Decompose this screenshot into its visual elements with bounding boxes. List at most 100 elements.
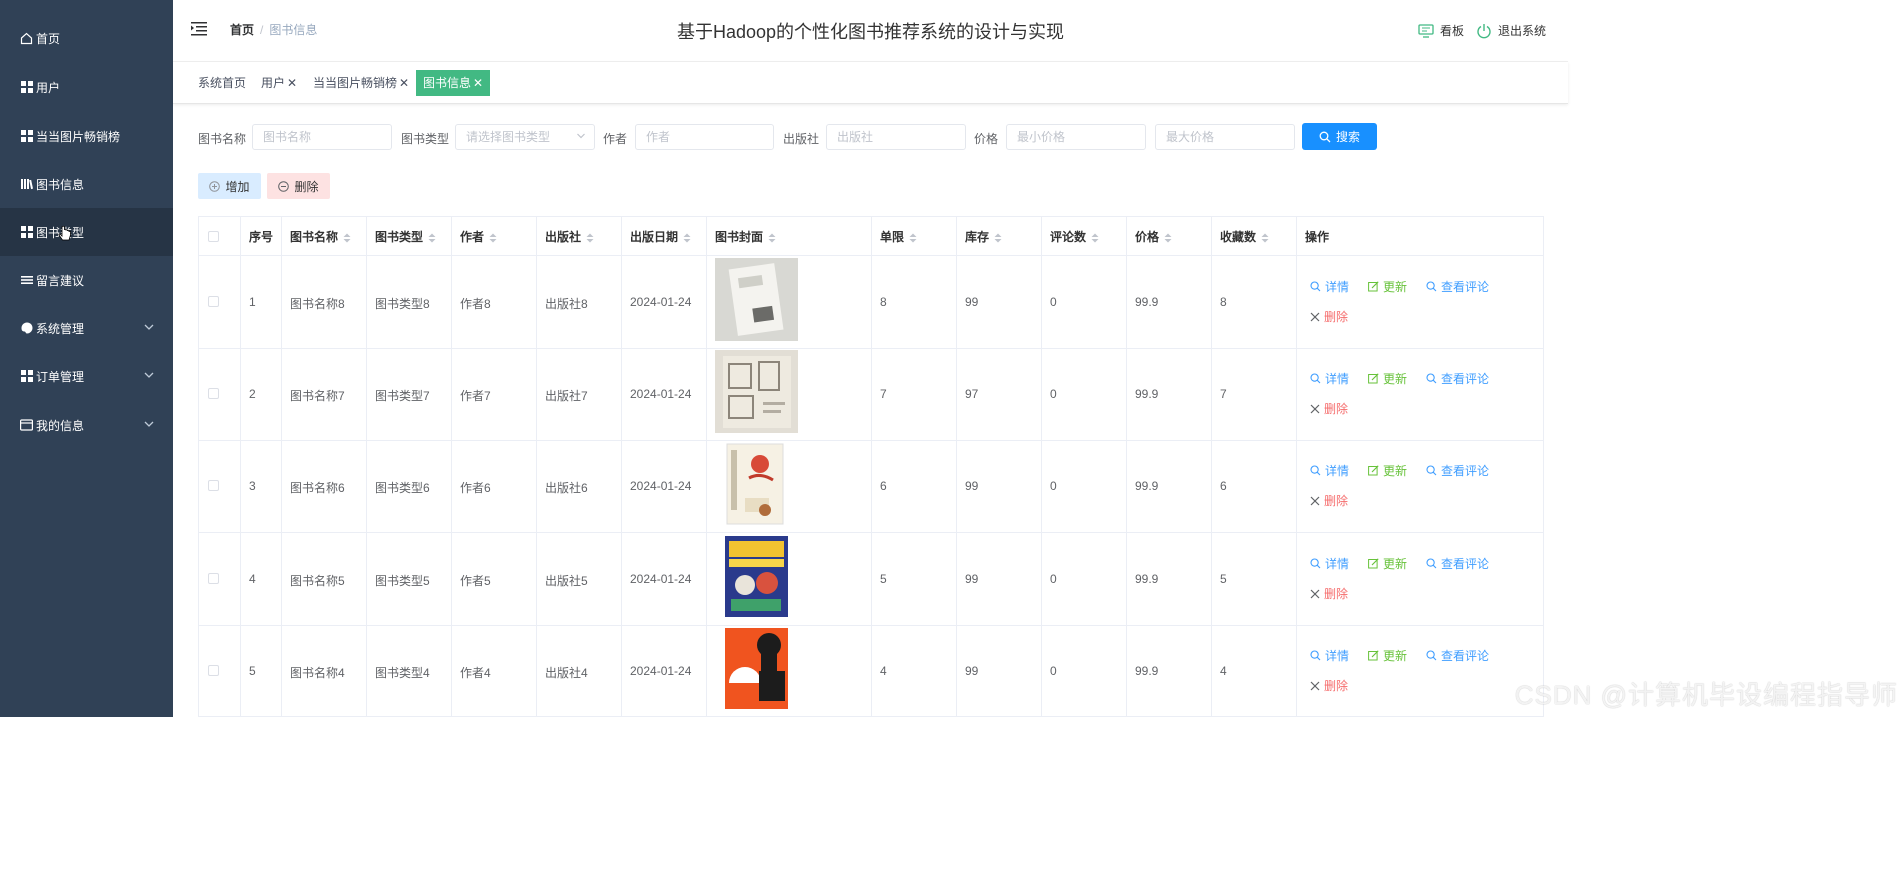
row-checkbox[interactable] <box>208 573 219 584</box>
view-comments-button[interactable]: 查看评论 <box>1426 647 1489 664</box>
tag-bestsellers[interactable]: 当当图片畅销榜 ✕ <box>311 70 411 96</box>
grid-icon <box>20 226 33 239</box>
update-button[interactable]: 更新 <box>1368 647 1407 664</box>
sidebar-item-system[interactable]: 系统管理 <box>0 304 173 352</box>
col-header-limit[interactable]: 单限 <box>880 228 917 245</box>
cell-no: 2 <box>249 387 256 401</box>
filter-name-label: 图书名称 <box>198 132 247 146</box>
sidebar-item-users[interactable]: 用户 <box>0 63 173 111</box>
search-icon <box>1426 465 1437 476</box>
tag-book-info[interactable]: 图书信息 ✕ <box>416 70 491 96</box>
update-button[interactable]: 更新 <box>1368 462 1407 479</box>
search-button[interactable]: 搜索 <box>1302 123 1377 150</box>
book-cover-image[interactable] <box>715 535 798 618</box>
delete-button[interactable]: 删除 <box>1310 400 1348 417</box>
detail-button[interactable]: 详情 <box>1310 647 1349 664</box>
col-header-price[interactable]: 价格 <box>1135 228 1172 245</box>
close-icon <box>1310 312 1320 321</box>
delete-button[interactable]: 删除 <box>1310 677 1348 694</box>
sidebar-item-home[interactable]: 首页 <box>0 14 173 62</box>
col-header-publisher[interactable]: 出版社 <box>545 228 594 245</box>
col-header-cover[interactable]: 图书封面 <box>715 228 776 245</box>
sort-icon <box>489 233 497 243</box>
col-header-comments[interactable]: 评论数 <box>1050 228 1099 245</box>
sidebar-item-label: 我的信息 <box>36 418 85 433</box>
tag-users[interactable]: 用户 ✕ <box>259 70 299 96</box>
cell-stock: 99 <box>965 479 979 493</box>
cell-comments: 0 <box>1050 664 1057 678</box>
max-price-input[interactable]: 最大价格 <box>1155 124 1295 150</box>
detail-button[interactable]: 详情 <box>1310 555 1349 572</box>
detail-button[interactable]: 详情 <box>1310 462 1349 479</box>
search-icon <box>1310 465 1321 476</box>
publisher-input[interactable]: 出版社 <box>826 124 966 150</box>
cell-author: 作者4 <box>460 666 491 680</box>
col-header-favorites[interactable]: 收藏数 <box>1220 228 1269 245</box>
sidebar-item-book-type[interactable]: 图书类型 <box>0 208 173 256</box>
sidebar-item-orders[interactable]: 订单管理 <box>0 352 173 400</box>
grid-icon <box>20 81 33 94</box>
update-button[interactable]: 更新 <box>1368 278 1407 295</box>
update-button[interactable]: 更新 <box>1368 370 1407 387</box>
logout-button[interactable]: 退出系统 <box>1476 22 1546 39</box>
grid-icon <box>20 370 33 383</box>
min-price-input[interactable]: 最小价格 <box>1006 124 1146 150</box>
close-icon[interactable]: ✕ <box>473 76 483 90</box>
type-select-placeholder: 请选择图书类型 <box>466 130 551 144</box>
col-header-stock[interactable]: 库存 <box>965 228 1002 245</box>
update-button[interactable]: 更新 <box>1368 555 1407 572</box>
search-icon <box>1426 281 1437 292</box>
cell-stock: 99 <box>965 295 979 309</box>
sidebar-item-bestsellers[interactable]: 当当图片畅销榜 <box>0 112 173 160</box>
id-card-icon <box>20 419 33 432</box>
row-checkbox[interactable] <box>208 480 219 491</box>
sort-icon <box>1091 233 1099 243</box>
delete-label: 删除 <box>1324 587 1349 601</box>
cell-name: 图书名称7 <box>290 389 345 403</box>
col-header-name[interactable]: 图书名称 <box>290 228 351 245</box>
chevron-down-icon <box>143 321 155 333</box>
book-cover-image[interactable] <box>715 442 798 525</box>
detail-button[interactable]: 详情 <box>1310 370 1349 387</box>
col-header-author[interactable]: 作者 <box>460 228 497 245</box>
book-cover-image[interactable] <box>715 627 798 710</box>
view-comments-button[interactable]: 查看评论 <box>1426 555 1489 572</box>
close-icon <box>1310 589 1320 598</box>
book-name-input[interactable]: 图书名称 <box>252 124 392 150</box>
search-icon <box>1426 558 1437 569</box>
filter-author-label: 作者 <box>603 132 628 146</box>
book-cover-image[interactable] <box>715 350 798 433</box>
cell-date: 2024-01-24 <box>630 664 692 678</box>
sidebar-item-my-info[interactable]: 我的信息 <box>0 401 173 449</box>
delete-label: 删除 <box>1324 310 1349 324</box>
select-all-checkbox[interactable] <box>208 231 219 242</box>
close-icon[interactable]: ✕ <box>287 76 297 90</box>
close-icon[interactable]: ✕ <box>399 76 409 90</box>
delete-label: 删除 <box>294 179 319 194</box>
col-header-type[interactable]: 图书类型 <box>375 228 436 245</box>
board-button[interactable]: 看板 <box>1418 22 1464 39</box>
filter-type-label: 图书类型 <box>401 132 450 146</box>
sidebar-item-feedback[interactable]: 留言建议 <box>0 256 173 304</box>
delete-button[interactable]: 删除 <box>1310 308 1348 325</box>
row-checkbox[interactable] <box>208 296 219 307</box>
cell-date: 2024-01-24 <box>630 572 692 586</box>
row-checkbox[interactable] <box>208 388 219 399</box>
delete-button[interactable]: 删除 <box>1310 492 1348 509</box>
view-comments-button[interactable]: 查看评论 <box>1426 278 1489 295</box>
add-button[interactable]: 增加 <box>198 173 261 199</box>
col-header-date[interactable]: 出版日期 <box>630 228 691 245</box>
detail-button[interactable]: 详情 <box>1310 278 1349 295</box>
view-comments-button[interactable]: 查看评论 <box>1426 370 1489 387</box>
book-cover-image[interactable] <box>715 258 798 341</box>
tag-home[interactable]: 系统首页 <box>196 70 248 96</box>
batch-delete-button[interactable]: 删除 <box>267 173 330 199</box>
sidebar-item-label: 首页 <box>36 31 61 46</box>
sidebar-item-book-info[interactable]: 图书信息 <box>0 160 173 208</box>
row-checkbox[interactable] <box>208 665 219 676</box>
book-type-select[interactable]: 请选择图书类型 <box>455 124 595 150</box>
delete-button[interactable]: 删除 <box>1310 585 1348 602</box>
author-input[interactable]: 作者 <box>635 124 774 150</box>
view-comments-button[interactable]: 查看评论 <box>1426 462 1489 479</box>
tag-label: 用户 <box>261 76 286 90</box>
